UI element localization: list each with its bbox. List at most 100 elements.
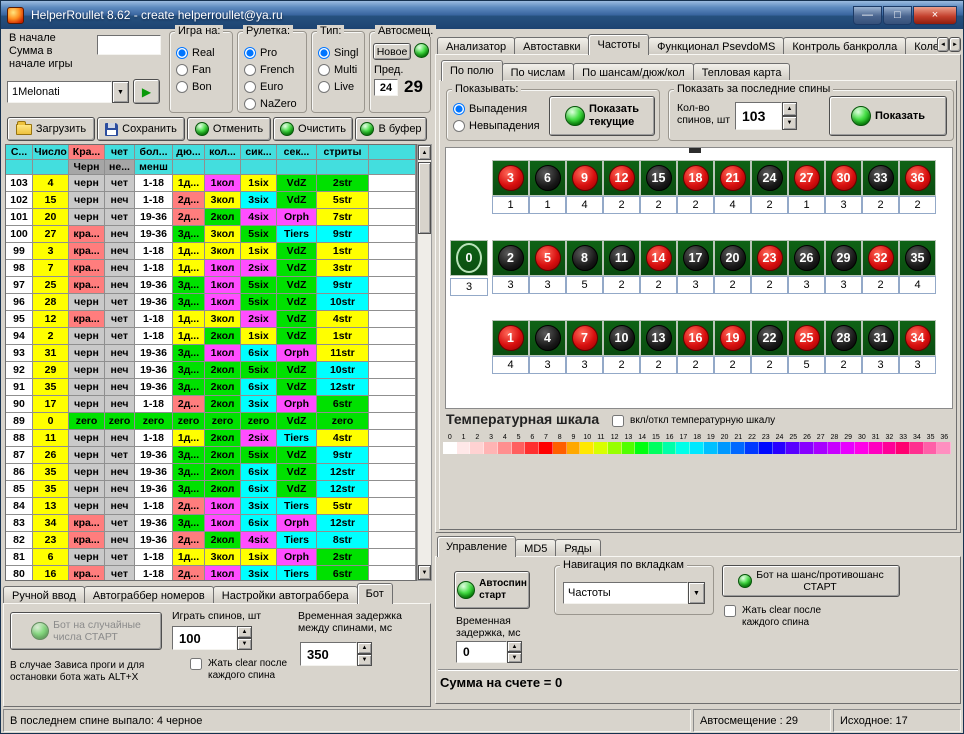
game-option-radio-0[interactable] [176, 47, 188, 59]
bot-delay-down-button[interactable]: ▼ [357, 654, 372, 666]
field-number-cell[interactable]: 13 [640, 320, 677, 356]
table-row[interactable]: 10027кра...неч19-363д...3кол5sixTiers9st… [6, 226, 416, 243]
field-number-cell[interactable]: 32 [862, 240, 899, 276]
roulette-option-radio-0[interactable] [244, 47, 256, 59]
tab-input-0[interactable]: Ручной ввод [3, 586, 85, 604]
field-number-cell[interactable]: 28 [825, 320, 862, 356]
last-spins-value[interactable]: 103 [735, 102, 782, 130]
control-delay-up-button[interactable]: ▲ [507, 641, 522, 652]
tab-sub-3[interactable]: Тепловая карта [693, 63, 791, 81]
table-row[interactable]: 9135черннеч19-363д...2кол6sixVdZ12str [6, 379, 416, 396]
type-option-radio-2[interactable] [318, 81, 330, 93]
scroll-down-button[interactable]: ▼ [418, 565, 431, 580]
tabs-scroll-right-button[interactable]: ► [949, 37, 961, 52]
bot-delay-value[interactable]: 350 [300, 642, 357, 666]
minimize-button[interactable]: — [853, 6, 882, 25]
table-row[interactable]: 1034чернчет1-181д...1кол1sixVdZ2str [6, 175, 416, 192]
tab-sub-2[interactable]: По шансам/дюж/кол [573, 63, 694, 81]
tab-navigation-combobox[interactable]: Частоты ▼ [563, 582, 705, 604]
field-number-cell[interactable]: 30 [825, 160, 862, 196]
field-number-cell[interactable]: 27 [788, 160, 825, 196]
control-delay-down-button[interactable]: ▼ [507, 652, 522, 663]
field-number-cell[interactable]: 11 [603, 240, 640, 276]
field-number-cell[interactable]: 16 [677, 320, 714, 356]
close-button[interactable]: × [913, 6, 957, 25]
bot-delay-spinner[interactable]: 350 ▲ ▼ [300, 642, 372, 666]
field-number-cell[interactable]: 34 [899, 320, 936, 356]
profile-dropdown-button[interactable]: ▼ [112, 81, 129, 103]
undo-button[interactable]: Отменить [187, 117, 271, 141]
field-number-cell[interactable]: 4 [529, 320, 566, 356]
game-option-radio-2[interactable] [176, 81, 188, 93]
field-number-cell[interactable]: 18 [677, 160, 714, 196]
start-sum-input[interactable] [97, 35, 161, 55]
field-number-cell[interactable]: 36 [899, 160, 936, 196]
spins-down-button[interactable]: ▼ [237, 638, 252, 650]
table-row[interactable]: 8635черннеч19-363д...2кол6sixVdZ12str [6, 464, 416, 481]
bot-delay-up-button[interactable]: ▲ [357, 642, 372, 654]
last-spins-spinner[interactable]: 103 ▲ ▼ [735, 102, 797, 130]
scroll-thumb[interactable] [418, 162, 431, 234]
spins-count-spinner[interactable]: 100 ▲ ▼ [172, 626, 252, 650]
field-number-cell[interactable]: 14 [640, 240, 677, 276]
field-number-cell[interactable]: 3 [492, 160, 529, 196]
table-row[interactable]: 9725кра...неч19-363д...1кол5sixVdZ9str [6, 277, 416, 294]
table-scrollbar[interactable]: ▲ ▼ [417, 144, 432, 581]
to-buffer-button[interactable]: В буфер [355, 117, 427, 141]
tab-ctl-1[interactable]: MD5 [515, 539, 556, 557]
field-number-cell[interactable]: 26 [788, 240, 825, 276]
tab-ctl-2[interactable]: Ряды [555, 539, 600, 557]
field-number-cell[interactable]: 15 [640, 160, 677, 196]
field-number-cell[interactable]: 20 [714, 240, 751, 276]
tab-input-2[interactable]: Настройки автограббера [213, 586, 358, 604]
table-row[interactable]: 9331черннеч19-363д...1кол6sixOrph11str [6, 345, 416, 362]
table-row[interactable]: 10215черннеч1-182д...3кол3sixVdZ5str [6, 192, 416, 209]
spins-up-button[interactable]: ▲ [237, 626, 252, 638]
field-number-cell[interactable]: 10 [603, 320, 640, 356]
field-number-cell[interactable]: 23 [751, 240, 788, 276]
field-number-cell[interactable]: 19 [714, 320, 751, 356]
table-row[interactable]: 987кра...неч1-181д...1кол2sixVdZ3str [6, 260, 416, 277]
field-number-cell[interactable]: 1 [492, 320, 529, 356]
tab-main-5[interactable]: Колесо [905, 37, 937, 55]
tab-main-2[interactable]: Частоты [588, 34, 649, 55]
clear-button[interactable]: Очистить [273, 117, 353, 141]
table-row[interactable]: 9628чернчет19-363д...1кол5sixVdZ10str [6, 294, 416, 311]
type-option-radio-1[interactable] [318, 64, 330, 76]
temperature-checkbox[interactable] [612, 415, 624, 427]
table-row[interactable]: 993кра...неч1-181д...3кол1sixVdZ1str [6, 243, 416, 260]
control-clear-checkbox[interactable] [724, 605, 736, 617]
field-number-cell[interactable]: 24 [751, 160, 788, 196]
profile-combobox[interactable]: 1Melonati ▼ [7, 81, 129, 103]
field-number-cell[interactable]: 5 [529, 240, 566, 276]
roulette-option-radio-2[interactable] [244, 81, 256, 93]
field-number-cell[interactable]: 25 [788, 320, 825, 356]
field-number-cell[interactable]: 6 [529, 160, 566, 196]
tab-sub-0[interactable]: По полю [441, 60, 503, 81]
field-number-cell[interactable]: 17 [677, 240, 714, 276]
field-number-cell[interactable]: 7 [566, 320, 603, 356]
field-zero-cell[interactable]: 0 [450, 240, 488, 276]
show-button[interactable]: Показать [829, 96, 947, 136]
scroll-up-button[interactable]: ▲ [418, 145, 431, 160]
field-number-cell[interactable]: 12 [603, 160, 640, 196]
table-row[interactable]: 9512кра...чет1-181д...3кол2sixVdZ4str [6, 311, 416, 328]
game-option-radio-1[interactable] [176, 64, 188, 76]
field-number-cell[interactable]: 8 [566, 240, 603, 276]
tab-main-3[interactable]: Функционал PsevdoMS [648, 37, 784, 55]
spins-count-value[interactable]: 100 [172, 626, 237, 650]
table-row[interactable]: 8726чернчет19-363д...2кол5sixVdZ9str [6, 447, 416, 464]
last-spins-down-button[interactable]: ▼ [782, 116, 797, 130]
field-number-cell[interactable]: 22 [751, 320, 788, 356]
table-row[interactable]: 8223кра...неч19-362д...2кол4sixTiers8str [6, 532, 416, 549]
field-number-cell[interactable]: 29 [825, 240, 862, 276]
autospin-start-button[interactable]: Автоспин старт [454, 571, 530, 609]
control-delay-spinner[interactable]: 0 ▲ ▼ [456, 641, 522, 663]
tab-sub-1[interactable]: По числам [502, 63, 575, 81]
load-button[interactable]: Загрузить [7, 117, 95, 141]
table-row[interactable]: 9017черннеч1-182д...2кол3sixOrph6str [6, 396, 416, 413]
bot-clear-checkbox[interactable] [190, 658, 202, 670]
tab-input-1[interactable]: Автограббер номеров [84, 586, 214, 604]
roulette-option-radio-3[interactable] [244, 98, 256, 110]
field-number-cell[interactable]: 31 [862, 320, 899, 356]
